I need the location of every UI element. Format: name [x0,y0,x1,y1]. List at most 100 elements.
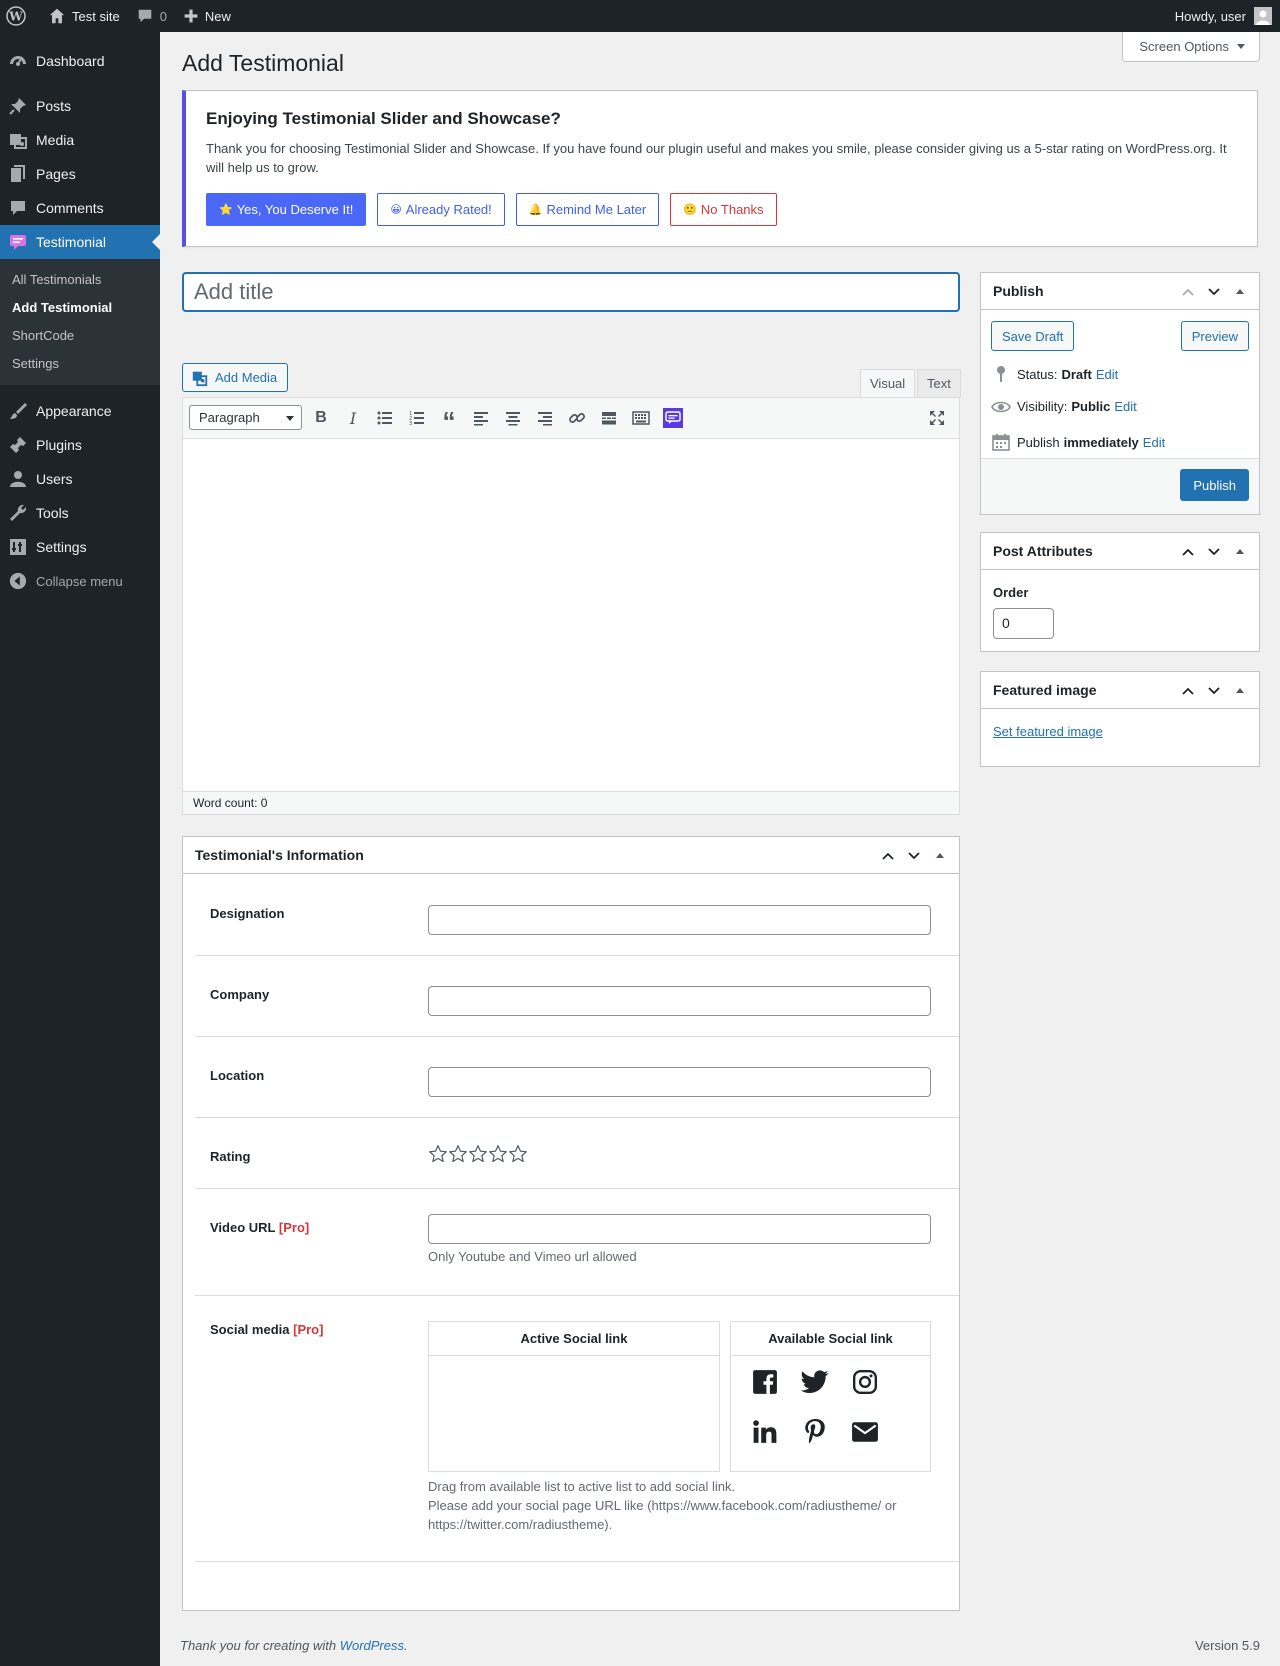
preview-button[interactable]: Preview [1180,321,1249,351]
new-content-link[interactable]: New [175,0,239,32]
tab-visual[interactable]: Visual [860,369,916,398]
edit-status-link[interactable]: Edit [1096,367,1118,382]
already-rated-button[interactable]: 😀 Already Rated! [377,193,505,226]
move-up-button[interactable] [1175,273,1201,310]
editor-content-area[interactable] [183,439,959,794]
available-social-header: Available Social link [731,1322,930,1356]
publish-button[interactable]: Publish [1180,469,1249,501]
pinterest-icon[interactable] [801,1418,829,1446]
fullscreen-button[interactable] [927,408,947,428]
move-up-button[interactable] [1175,533,1201,570]
twitter-icon[interactable] [801,1368,829,1396]
chevron-down-icon [1208,287,1220,295]
submenu-item-settings[interactable]: Settings [0,350,160,378]
move-down-button[interactable] [1201,533,1227,570]
keyboard-icon [632,411,650,425]
submenu-item-all-testimonials[interactable]: All Testimonials [0,266,160,294]
save-draft-button[interactable]: Save Draft [991,321,1075,351]
rating-star-1[interactable] [428,1144,448,1164]
move-up-button[interactable] [875,837,901,874]
page-title: Add Testimonial [182,50,344,76]
wordpress-link[interactable]: WordPress [340,1638,404,1653]
rating-star-2[interactable] [448,1144,468,1164]
move-up-button[interactable] [1175,672,1201,709]
toggle-panel-button[interactable] [1227,533,1253,570]
post-title-input[interactable]: Add title [182,272,960,312]
company-input[interactable] [428,986,931,1016]
sidebar-item-dashboard[interactable]: Dashboard [0,44,160,78]
numbered-list-button[interactable]: 123 [407,408,427,428]
read-more-button[interactable] [599,408,619,428]
move-down-button[interactable] [901,837,927,874]
settings-icon [8,537,28,557]
align-center-button[interactable] [503,408,523,428]
company-row: Company [195,956,959,1037]
order-input[interactable]: 0 [993,608,1054,639]
move-down-button[interactable] [1201,672,1227,709]
sidebar-item-label: Tools [36,505,69,521]
sidebar-item-appearance[interactable]: Appearance [0,394,160,428]
testimonial-shortcode-button[interactable] [663,408,683,428]
linkedin-icon[interactable] [751,1418,779,1446]
location-input[interactable] [428,1067,931,1097]
toolbar-toggle-button[interactable] [631,408,651,428]
available-social-list: Available Social link [730,1321,931,1472]
toggle-panel-button[interactable] [1227,273,1253,310]
facebook-icon[interactable] [751,1368,779,1396]
sidebar-item-comments[interactable]: Comments [0,191,160,225]
chevron-down-icon [1208,686,1220,694]
format-select[interactable]: Paragraph [189,405,302,430]
bold-button[interactable]: B [311,408,331,428]
insert-link-button[interactable] [567,408,587,428]
add-media-button[interactable]: Add Media [182,363,289,392]
deserve-it-button[interactable]: ⭐ Yes, You Deserve It! [206,193,367,226]
remind-later-button[interactable]: 🔔 Remind Me Later [515,193,660,226]
designation-input[interactable] [428,905,931,935]
align-right-button[interactable] [535,408,555,428]
testimonial-info-box: Testimonial's Information Designation Co… [182,836,960,1611]
edit-publish-date-link[interactable]: Edit [1143,435,1165,450]
no-thanks-button[interactable]: 🙁 No Thanks [670,193,777,226]
move-down-button[interactable] [1201,273,1227,310]
submenu-item-add-testimonial[interactable]: Add Testimonial [0,294,160,322]
sidebar-item-settings[interactable]: Settings [0,530,160,564]
sidebar-item-pages[interactable]: Pages [0,157,160,191]
align-left-icon [474,412,488,426]
rating-star-4[interactable] [488,1144,508,1164]
italic-button[interactable]: I [343,408,363,428]
sidebar-item-media[interactable]: Media [0,123,160,157]
video-url-input[interactable] [428,1214,931,1244]
media-icon [192,371,208,386]
screen-options-button[interactable]: Screen Options [1122,32,1260,62]
sidebar-item-posts[interactable]: Posts [0,89,160,123]
collapse-menu-button[interactable]: Collapse menu [0,564,160,598]
toggle-panel-button[interactable] [927,837,953,874]
comments-link[interactable]: 0 [128,0,175,32]
editor-statusbar: Word count: 0 [183,791,959,814]
email-icon[interactable] [851,1418,879,1446]
sidebar-item-tools[interactable]: Tools [0,496,160,530]
sidebar-item-testimonial[interactable]: Testimonial [0,225,160,259]
wordpress-logo[interactable]: W [0,0,40,32]
bullet-list-button[interactable] [375,408,395,428]
active-social-list[interactable]: Active Social link [428,1321,720,1472]
howdy-text: Howdy, user [1174,8,1246,24]
set-featured-image-link[interactable]: Set featured image [993,724,1103,739]
comment-icon [8,198,28,218]
my-account[interactable]: Howdy, user [1175,7,1280,25]
blockquote-button[interactable]: “ [439,408,459,434]
calendar-icon [991,433,1011,451]
featured-image-title: Featured image [993,682,1097,698]
toggle-panel-button[interactable] [1227,672,1253,709]
align-left-button[interactable] [471,408,491,428]
site-name-link[interactable]: Test site [40,0,128,32]
edit-visibility-link[interactable]: Edit [1114,399,1136,414]
sidebar-item-plugins[interactable]: Plugins [0,428,160,462]
tab-text[interactable]: Text [917,369,961,398]
rating-star-3[interactable] [468,1144,488,1164]
visibility-label: Visibility: [1017,399,1068,414]
instagram-icon[interactable] [851,1368,879,1396]
rating-star-5[interactable] [508,1144,528,1164]
sidebar-item-users[interactable]: Users [0,462,160,496]
submenu-item-shortcode[interactable]: ShortCode [0,322,160,350]
